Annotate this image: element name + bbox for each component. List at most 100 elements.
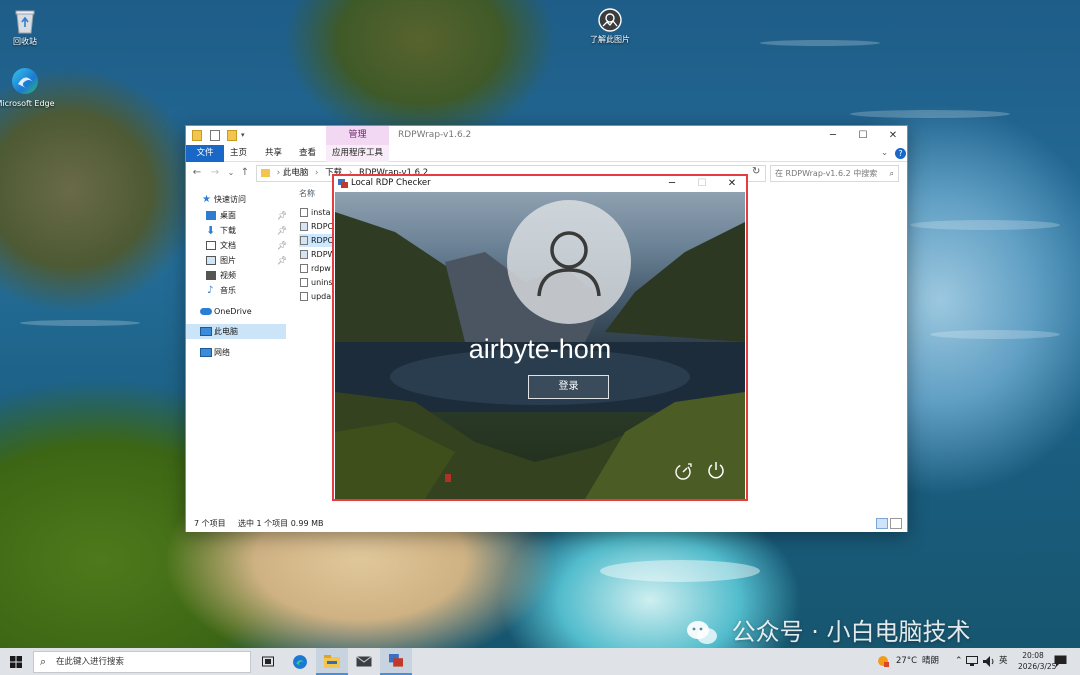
file-name: upda [311, 292, 332, 301]
taskbar: ⌕ 在此键入进行搜索 27°C 晴朗 ⌃ 英 20:08 2026/3/25 [0, 648, 1080, 675]
desktop-icon-edge[interactable]: Microsoft Edge [0, 66, 55, 109]
desktop-icon-recycle-bin[interactable]: 回收站 [0, 8, 55, 47]
star-icon: ★ [202, 194, 211, 205]
water-highlight [760, 40, 880, 46]
rdp-checker-window[interactable]: Local RDP Checker ─ ☐ ✕ airbyte-hom 登录 [332, 174, 748, 501]
refresh-icon[interactable]: ↻ [752, 166, 764, 178]
close-button[interactable]: ✕ [878, 126, 908, 145]
nav-label: 文档 [220, 241, 236, 250]
help-icon[interactable]: ? [895, 148, 906, 159]
expand-ribbon-icon[interactable]: ⌄ [881, 145, 888, 162]
network-tray-icon[interactable] [966, 656, 978, 667]
nav-this-pc[interactable]: 此电脑 [186, 324, 286, 339]
search-icon: ⌕ [889, 169, 894, 178]
up-button[interactable]: ↑ [238, 166, 252, 180]
remote-login-screen: airbyte-hom 登录 [335, 192, 745, 499]
nav-pictures[interactable]: 图片 📌︎ [186, 253, 287, 268]
pin-icon[interactable]: 📌︎ [277, 223, 287, 238]
nav-label: 图片 [220, 256, 236, 265]
volume-icon[interactable] [983, 656, 995, 667]
details-view-button[interactable] [876, 518, 888, 529]
selection-info: 选中 1 个项目 0.99 MB [238, 519, 324, 528]
nav-documents[interactable]: 文档 📌︎ [186, 238, 287, 253]
input-method-indicator[interactable]: 英 [999, 648, 1008, 675]
explorer-titlebar[interactable]: ▾ 管理 RDPWrap-v1.6.2 ─ ☐ ✕ [186, 126, 907, 145]
water-highlight [20, 320, 140, 326]
recent-locations-icon[interactable]: ⌄ [224, 166, 238, 180]
nav-label: 桌面 [220, 211, 236, 220]
tab-view[interactable]: 查看 [299, 145, 316, 162]
rdp-titlebar[interactable]: Local RDP Checker ─ ☐ ✕ [334, 176, 746, 192]
clock-date: 2026/3/25 [1018, 662, 1057, 671]
forward-button[interactable]: → [208, 166, 222, 180]
tab-home[interactable]: 主页 [230, 145, 247, 162]
video-icon [206, 271, 216, 280]
application-icon [300, 222, 308, 231]
search-input[interactable]: 在 RDPWrap-v1.6.2 中搜索 ⌕ [770, 165, 899, 182]
maximize-button[interactable]: ☐ [848, 126, 878, 145]
minimize-button[interactable]: ─ [818, 126, 848, 145]
edge-icon [293, 655, 307, 669]
taskbar-search-input[interactable]: ⌕ 在此键入进行搜索 [33, 651, 251, 673]
nav-desktop[interactable]: 桌面 📌︎ [186, 208, 287, 223]
task-view-button[interactable] [252, 648, 284, 675]
nav-onedrive[interactable]: OneDrive [186, 304, 286, 319]
properties-icon[interactable] [210, 130, 220, 141]
large-icons-view-button[interactable] [890, 518, 902, 529]
column-header-name[interactable]: 名称 [299, 188, 315, 199]
file-name: insta [311, 208, 331, 217]
start-button[interactable] [10, 656, 22, 668]
weather-temperature[interactable]: 27°C [896, 648, 917, 675]
nav-quick-access[interactable]: ★ 快速访问 [186, 192, 286, 207]
rdp-close-button[interactable]: ✕ [717, 176, 747, 192]
pin-icon[interactable]: 📌︎ [277, 238, 287, 253]
taskbar-search-placeholder: 在此键入进行搜索 [56, 657, 125, 667]
taskbar-edge[interactable] [284, 648, 316, 675]
show-hidden-icons-button[interactable]: ⌃ [955, 648, 963, 675]
nav-label: 视频 [220, 271, 236, 280]
cloud-icon [200, 308, 212, 315]
file-name: RDPC [311, 222, 334, 231]
nav-videos[interactable]: 视频 [186, 268, 286, 283]
mail-icon [356, 656, 372, 667]
desktop-icon-learn-picture[interactable]: 了解此图片 [580, 8, 640, 45]
new-folder-icon[interactable] [227, 130, 237, 141]
taskbar-file-explorer[interactable] [316, 648, 348, 675]
status-bar: 7 个项目 选中 1 个项目 0.99 MB [186, 516, 907, 532]
clock[interactable]: 20:08 2026/3/25 [1018, 650, 1057, 672]
ease-of-access-icon[interactable] [674, 461, 694, 481]
tab-application-tools[interactable]: 应用程序工具 [326, 145, 389, 162]
taskbar-rdp-checker[interactable] [380, 648, 412, 675]
customize-quick-access-icon[interactable]: ▾ [241, 132, 247, 139]
nav-downloads[interactable]: ⬇ 下载 📌︎ [186, 223, 287, 238]
file-name: rdpw [311, 264, 331, 273]
breadcrumb-item[interactable]: 此电脑 [283, 168, 309, 178]
application-icon [300, 250, 308, 259]
weather-icon[interactable] [876, 654, 890, 668]
file-icon [300, 292, 308, 301]
rdp-minimize-button[interactable]: ─ [657, 176, 687, 192]
folder-icon [192, 130, 202, 141]
taskbar-mail[interactable] [348, 648, 380, 675]
power-icon[interactable] [706, 460, 726, 480]
application-icon [300, 236, 308, 245]
tab-file[interactable]: 文件 [186, 145, 224, 162]
search-placeholder: 在 RDPWrap-v1.6.2 中搜索 [775, 169, 878, 178]
pin-icon[interactable]: 📌︎ [277, 253, 287, 268]
login-button[interactable]: 登录 [528, 375, 609, 399]
nav-network[interactable]: 网络 [186, 345, 286, 360]
tab-share[interactable]: 共享 [265, 145, 282, 162]
user-avatar [507, 200, 631, 324]
navigation-pane: ★ 快速访问 桌面 📌︎ ⬇ 下载 📌︎ 文档 📌︎ 图片 📌︎ 视频 ♪ 音乐… [186, 184, 287, 514]
rdp-app-icon [338, 179, 348, 188]
pin-icon[interactable]: 📌︎ [277, 208, 287, 223]
tab-manage[interactable]: 管理 [326, 126, 389, 145]
notification-center-icon[interactable] [1054, 655, 1067, 668]
surf-foam [600, 560, 760, 582]
rdp-maximize-button[interactable]: ☐ [687, 176, 717, 192]
back-button[interactable]: ← [190, 166, 204, 180]
desktop-background: 回收站 Microsoft Edge 了解此图片 ▾ 管理 RDPWrap-v1… [0, 0, 1080, 648]
weather-description[interactable]: 晴朗 [922, 648, 939, 675]
nav-label: 下载 [220, 226, 236, 235]
nav-music[interactable]: ♪ 音乐 [186, 283, 286, 298]
